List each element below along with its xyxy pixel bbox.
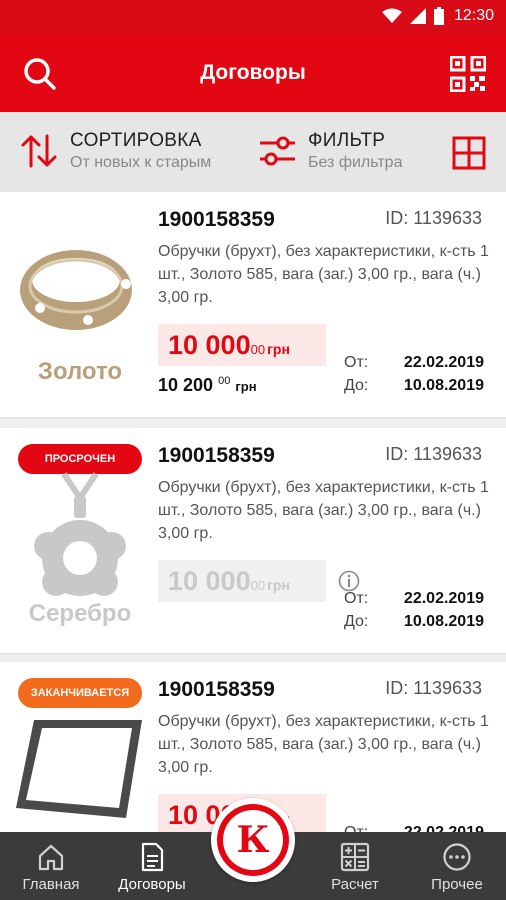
repay-amount: 10 200 00 грн: [158, 375, 257, 396]
contract-id: ID: 1139633: [385, 208, 482, 228]
battery-icon: [434, 7, 444, 25]
tablet-icon: [16, 720, 142, 818]
nav-home-label: Главная: [22, 876, 80, 893]
fab-outer-ring: К: [217, 804, 289, 876]
contract-description: Обручки (брухт), без характеристики, к-с…: [158, 479, 489, 542]
pendant-icon: [34, 472, 126, 596]
nav-other-label: Прочее: [431, 876, 483, 893]
nav-contracts[interactable]: Договоры: [104, 842, 200, 893]
metal-label: Золото: [37, 358, 123, 385]
info-icon[interactable]: [338, 570, 360, 592]
to-label: До:: [344, 377, 369, 394]
search-icon: [24, 58, 56, 90]
from-date: 22.02.2019: [404, 824, 484, 832]
calculator-icon: [340, 842, 370, 872]
to-label: До:: [344, 613, 369, 630]
sort-filter-bar: СОРТИРОВКА От новых к старым ФИЛЬТР Без …: [0, 112, 506, 192]
contract-number: 1900158359: [158, 678, 275, 701]
qr-scan-button[interactable]: [448, 54, 488, 94]
item-thumbnail: Золото: [14, 212, 146, 402]
contract-dates: От: 22.02.2019 До: 10.08.2019: [344, 354, 484, 400]
more-icon: [443, 843, 471, 871]
filter-value: Без фильтра: [308, 154, 403, 171]
loan-amount-currency: грн: [267, 341, 290, 357]
from-date: 22.02.2019: [403, 590, 484, 607]
from-date: 22.02.2019: [403, 354, 484, 371]
page-title: Договоры: [200, 61, 306, 84]
sort-value: От новых к старым: [70, 154, 212, 171]
nav-calc-label: Расчет: [331, 876, 379, 893]
loan-amount: 10 000 00 грн: [158, 324, 326, 366]
filter-label: ФИЛЬТР: [308, 130, 386, 151]
item-thumbnail: ЗАКАНЧИВАЕТСЯ: [14, 678, 146, 832]
filter-sliders-icon: [260, 136, 295, 166]
ring-icon: [20, 250, 132, 330]
qr-code-icon: [450, 56, 486, 92]
fab-logo-letter: К: [236, 819, 270, 861]
status-badge-ending: ЗАКАНЧИВАЕТСЯ: [18, 678, 142, 708]
sort-arrows-icon: [21, 134, 57, 168]
nav-calc[interactable]: Расчет: [307, 842, 403, 893]
grid-view-icon: [452, 136, 486, 170]
app-bar: Договоры: [0, 34, 506, 112]
contract-id: ID: 1139633: [385, 678, 482, 698]
filter-button[interactable]: ФИЛЬТР Без фильтра: [258, 130, 402, 172]
repay-amount-currency: грн: [235, 379, 257, 394]
nav-other[interactable]: Прочее: [409, 842, 505, 893]
status-bar: 12:30: [0, 0, 506, 34]
logo-fab-button[interactable]: К: [211, 798, 295, 882]
contract-dates: От: 22.02.2019: [344, 824, 484, 832]
contract-dates: От: 22.02.2019 До: 10.08.2019: [344, 590, 484, 636]
sort-label: СОРТИРОВКА: [70, 130, 202, 151]
repay-amount-value: 10 200: [158, 375, 214, 395]
document-icon: [141, 842, 164, 872]
loan-amount-cents: 00: [250, 578, 266, 593]
nav-home[interactable]: Главная: [3, 842, 99, 893]
signal-icon: [410, 8, 426, 24]
loan-amount-value: 10 000: [168, 566, 251, 596]
contract-number: 1900158359: [158, 444, 275, 467]
wifi-icon: [382, 8, 402, 23]
nav-contracts-label: Договоры: [118, 876, 186, 893]
home-icon: [38, 844, 64, 871]
metal-label: Серебро: [28, 600, 132, 627]
sort-button[interactable]: СОРТИРОВКА От новых к старым: [20, 130, 211, 172]
from-label: От:: [344, 590, 369, 607]
loan-amount-value: 10 000: [168, 330, 251, 360]
loan-amount-cents: 00: [250, 342, 266, 357]
contract-description: Обручки (брухт), без характеристики, к-с…: [158, 713, 489, 776]
to-date: 10.08.2019: [403, 613, 484, 630]
fab-inner-ring: К: [223, 810, 283, 870]
from-label: От:: [344, 354, 369, 371]
contract-card[interactable]: Золото 1900158359 ID: 1139633 Обручки (б…: [0, 192, 506, 418]
contract-card[interactable]: ПРОСРОЧЕН Серебро 1900158359 ID: 1139633…: [0, 428, 506, 654]
contract-list: Золото 1900158359 ID: 1139633 Обручки (б…: [0, 192, 506, 832]
loan-amount: 10 000 00 грн: [158, 560, 326, 602]
to-date: 10.08.2019: [403, 377, 484, 394]
status-time: 12:30: [453, 7, 494, 24]
item-thumbnail: ПРОСРОЧЕН Серебро: [14, 444, 146, 634]
search-button[interactable]: [20, 54, 60, 94]
loan-amount-currency: грн: [267, 577, 290, 593]
contract-id: ID: 1139633: [385, 444, 482, 464]
contract-number: 1900158359: [158, 208, 275, 231]
grid-view-button[interactable]: [452, 136, 486, 170]
from-label: От:: [344, 824, 368, 832]
repay-amount-cents: 00: [218, 375, 231, 387]
contract-description: Обручки (брухт), без характеристики, к-с…: [158, 243, 489, 306]
status-icons: [382, 7, 444, 25]
